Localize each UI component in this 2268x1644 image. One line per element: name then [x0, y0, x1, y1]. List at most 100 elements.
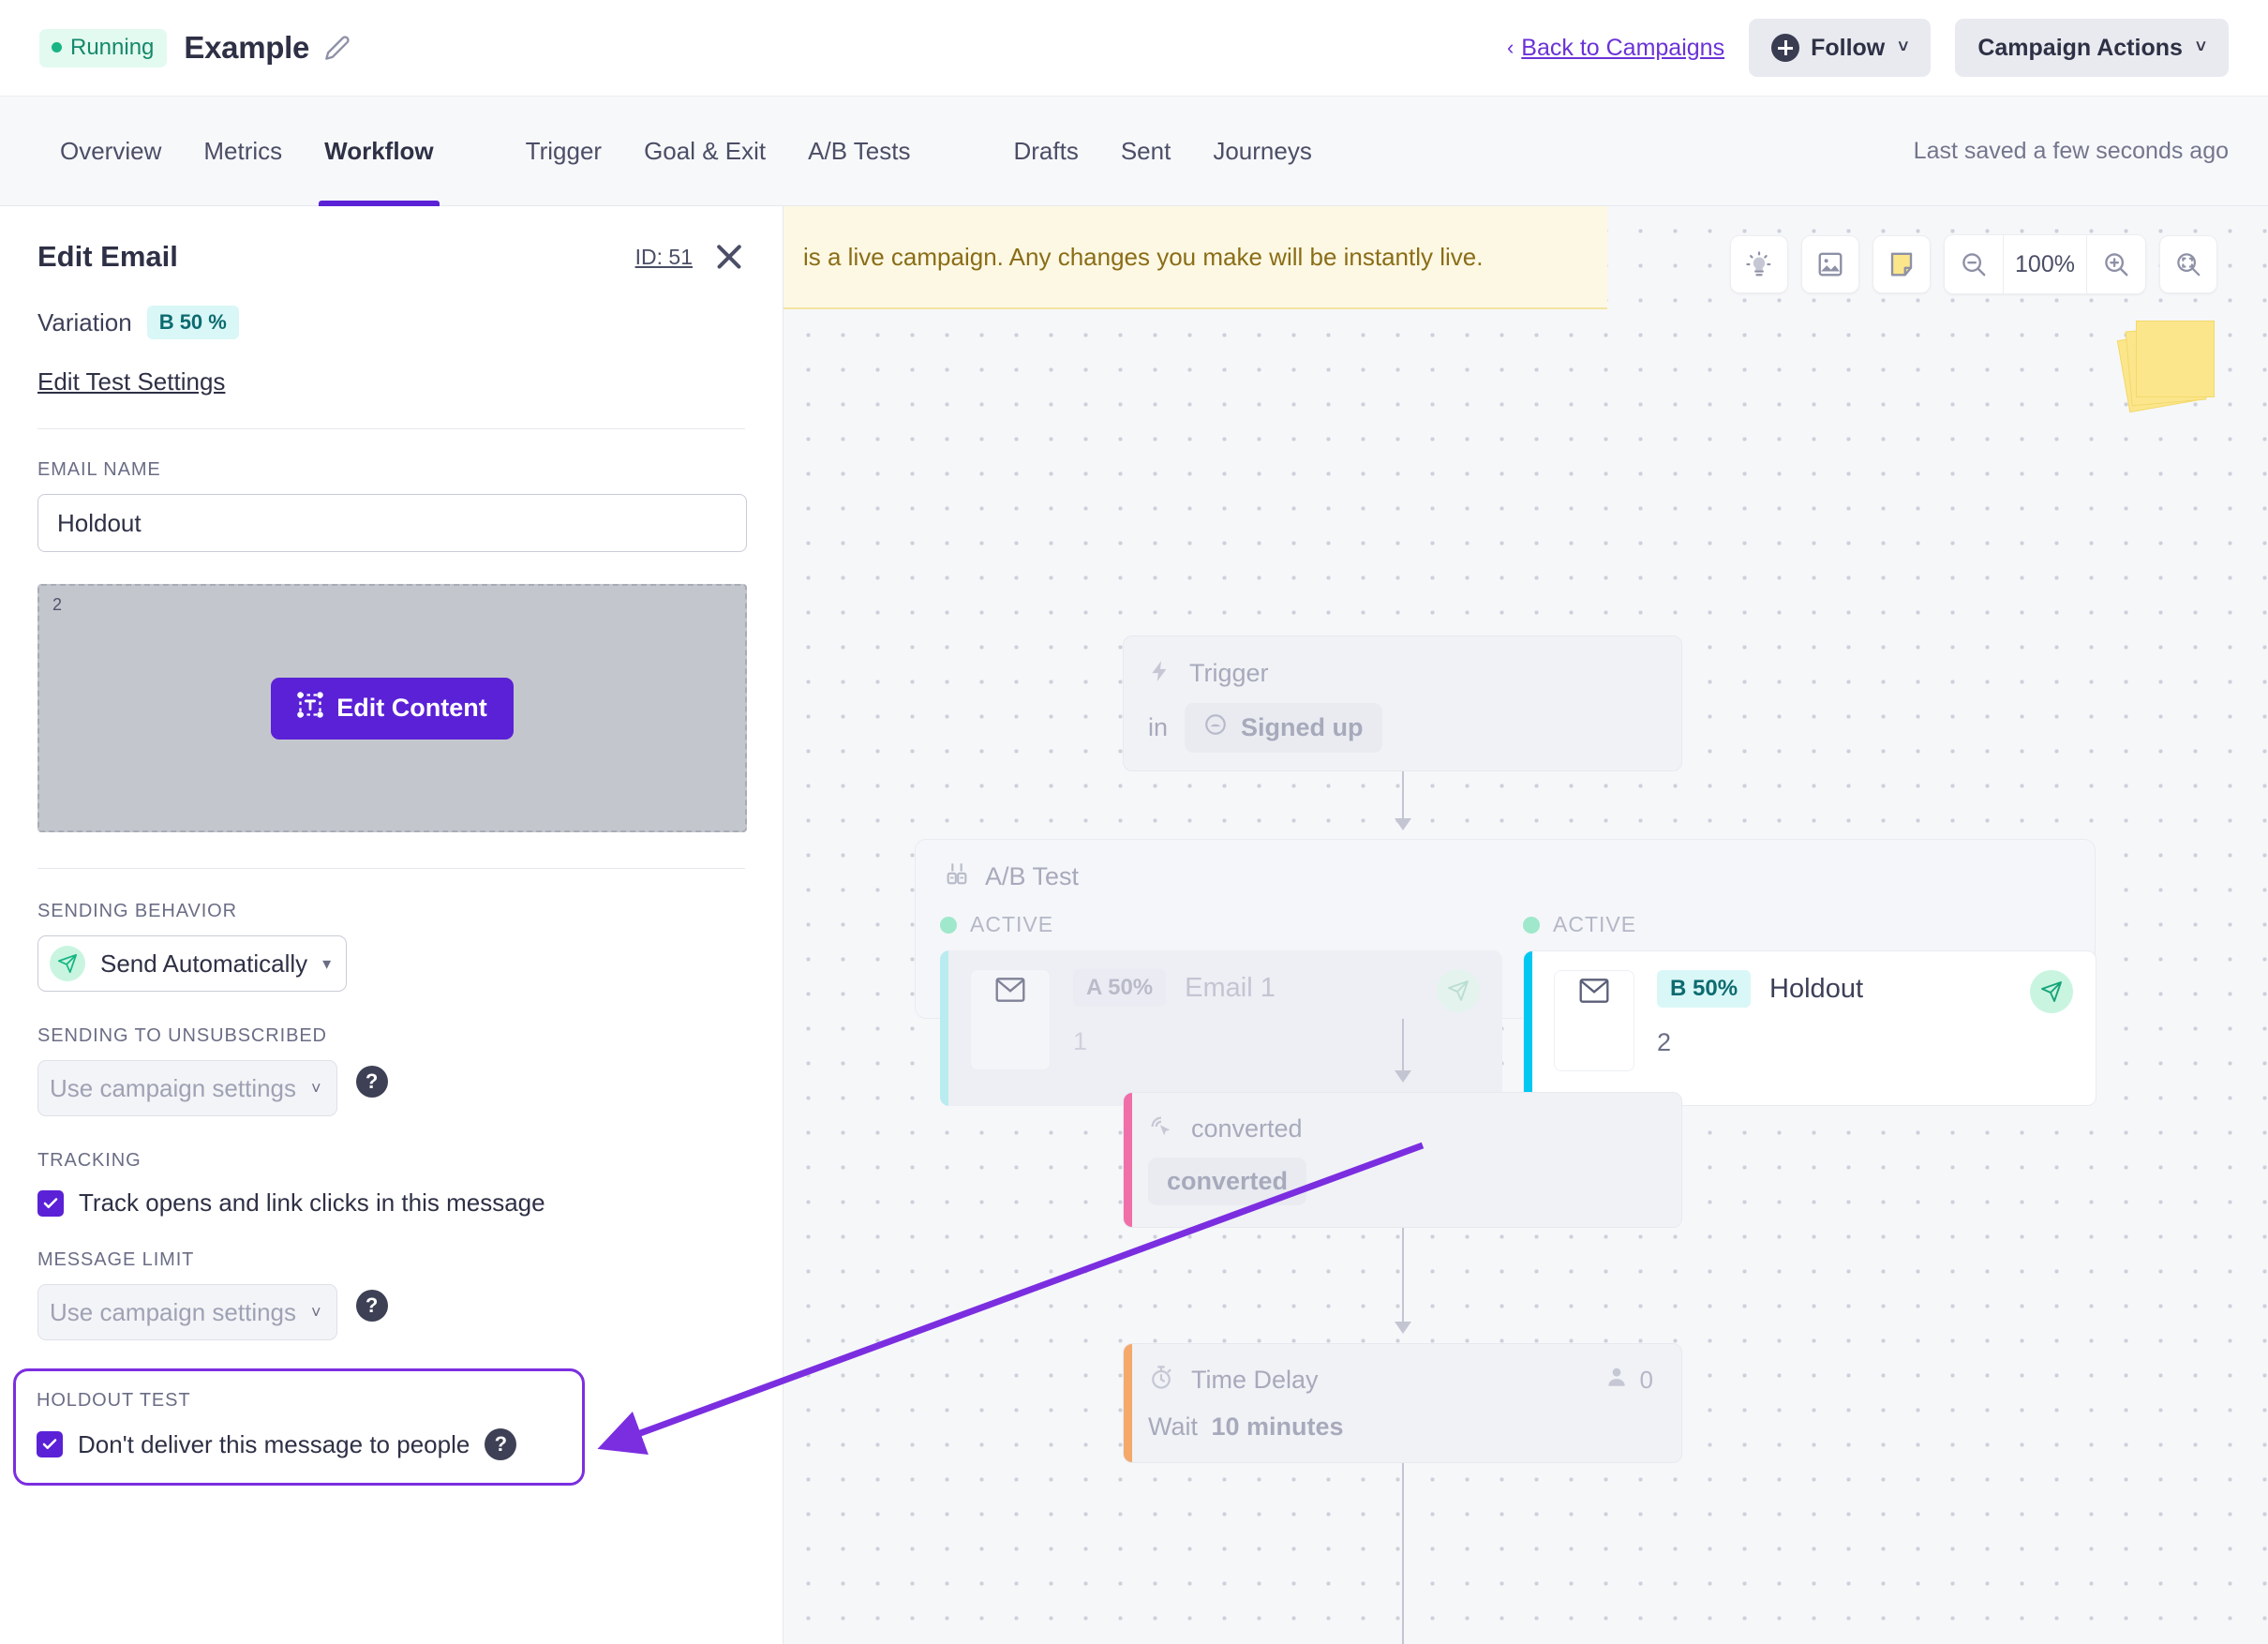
paper-plane-icon: [1437, 969, 1480, 1012]
ab-variant-b-number: 2: [1657, 1028, 1672, 1056]
sending-unsubscribed-value: Use campaign settings: [50, 1073, 297, 1102]
zoom-level-label[interactable]: 100%: [2003, 235, 2087, 293]
message-limit-label: MESSAGE LIMIT: [37, 1249, 195, 1270]
tab-journeys[interactable]: Journeys: [1213, 97, 1312, 206]
sending-unsubscribed-label: SENDING TO UNSUBSCRIBED: [37, 1025, 327, 1046]
ab-variant-a: ACTIVE A 50% Email 1 1: [940, 912, 1502, 1106]
status-dot-icon: [52, 42, 62, 52]
follow-button[interactable]: Follow ˅: [1749, 19, 1932, 77]
pencil-icon[interactable]: [324, 35, 351, 61]
connector-line: [1402, 1019, 1404, 1075]
tab-metrics[interactable]: Metrics: [203, 97, 282, 206]
image-icon[interactable]: [1801, 235, 1859, 293]
chevron-down-icon: ▾: [322, 953, 332, 973]
converted-accent-bar: [1124, 1093, 1132, 1227]
status-badge: Running: [39, 28, 168, 67]
node-ab-test[interactable]: A/B Test ACTIVE A 50% Email 1 1 ACTIVE B…: [915, 839, 2096, 1106]
help-icon[interactable]: ?: [355, 1290, 388, 1322]
zoom-out-icon[interactable]: [1945, 235, 2003, 293]
edit-content-label: Edit Content: [336, 694, 487, 722]
node-time-delay-title: Time Delay: [1191, 1366, 1319, 1394]
sending-unsubscribed-select[interactable]: Use campaign settings ˅: [37, 1060, 337, 1116]
tab-sent[interactable]: Sent: [1121, 97, 1171, 206]
segment-icon: [1203, 712, 1228, 743]
ab-variant-a-card[interactable]: A 50% Email 1 1: [940, 950, 1502, 1106]
email-name-input[interactable]: [37, 494, 747, 552]
node-converted-value[interactable]: converted: [1148, 1158, 1307, 1205]
holdout-test-highlight-box: HOLDOUT TEST Don't deliver this message …: [13, 1368, 585, 1486]
chevron-down-icon: ˅: [2195, 37, 2206, 57]
tab-bar: Overview Metrics Workflow Trigger Goal &…: [0, 97, 2268, 206]
preview-number: 2: [52, 595, 63, 614]
edit-test-settings-link[interactable]: Edit Test Settings: [37, 367, 225, 396]
ab-variant-a-number: 1: [1073, 1027, 1088, 1055]
holdout-checkbox[interactable]: [37, 1431, 63, 1457]
sticky-note-icon[interactable]: [1873, 235, 1931, 293]
message-limit-select[interactable]: Use campaign settings ˅: [37, 1284, 337, 1340]
holdout-checkbox-label: Don't deliver this message to people: [78, 1429, 470, 1458]
tracking-label: TRACKING: [37, 1150, 142, 1171]
fit-to-screen-icon[interactable]: [2159, 235, 2217, 293]
time-delay-count-label: 0: [1639, 1366, 1653, 1394]
variation-label: Variation: [37, 307, 132, 336]
tracking-checkbox-row[interactable]: Track opens and link clicks in this mess…: [37, 1188, 745, 1218]
tab-drafts[interactable]: Drafts: [1013, 97, 1078, 206]
back-link-label: Back to Campaigns: [1521, 34, 1725, 61]
workflow-canvas[interactable]: is a live campaign. Any changes you make…: [783, 206, 2268, 1644]
message-limit-section: MESSAGE LIMIT Use campaign settings ˅ ?: [0, 1218, 783, 1340]
holdout-test-label: HOLDOUT TEST: [37, 1390, 191, 1411]
conversion-icon: [1148, 1113, 1174, 1144]
ab-variant-b-chip: B 50%: [1657, 970, 1752, 1008]
node-trigger-title: Trigger: [1189, 659, 1269, 687]
person-icon: [1604, 1365, 1629, 1396]
header-actions: ‹ Back to Campaigns Follow ˅ Campaign Ac…: [1507, 19, 2268, 77]
node-time-delay[interactable]: Time Delay 0 Wait 10 minutes: [1123, 1343, 1682, 1463]
ab-variant-a-chip: A 50%: [1073, 969, 1167, 1007]
tab-ab-tests[interactable]: A/B Tests: [808, 97, 910, 206]
paper-plane-icon: [2030, 970, 2073, 1013]
ab-variant-a-status-label: ACTIVE: [970, 912, 1054, 936]
connector-arrow-icon: [1395, 818, 1411, 830]
tab-trigger[interactable]: Trigger: [526, 97, 602, 206]
sending-behavior-label: SENDING BEHAVIOR: [37, 901, 237, 921]
sending-unsubscribed-section: SENDING TO UNSUBSCRIBED Use campaign set…: [0, 992, 783, 1116]
node-trigger-prefix: in: [1148, 713, 1169, 741]
chevron-down-icon: ˅: [1898, 37, 1909, 57]
campaign-actions-button[interactable]: Campaign Actions ˅: [1955, 19, 2229, 77]
email-id-label[interactable]: ID: 51: [635, 245, 693, 270]
node-ab-test-title: A/B Test: [985, 862, 1080, 890]
follow-button-label: Follow: [1811, 34, 1886, 61]
node-trigger-value[interactable]: Signed up: [1185, 703, 1382, 753]
help-icon[interactable]: ?: [485, 1428, 517, 1460]
top-header: Running Example ‹ Back to Campaigns Foll…: [0, 0, 2268, 97]
holdout-test-section: HOLDOUT TEST Don't deliver this message …: [0, 1340, 783, 1486]
lightbulb-icon[interactable]: [1730, 235, 1788, 293]
tab-group-tertiary: Drafts Sent Journeys: [1013, 97, 1311, 206]
node-time-delay-prefix: Wait: [1148, 1412, 1198, 1441]
sticky-notes-stack[interactable]: [2116, 321, 2215, 413]
close-icon[interactable]: [713, 241, 745, 273]
sending-behavior-select[interactable]: Send Automatically ▾: [37, 935, 348, 992]
tab-overview[interactable]: Overview: [60, 97, 161, 206]
help-icon[interactable]: ?: [355, 1066, 388, 1098]
ab-variant-b-card[interactable]: B 50% Holdout 2: [1523, 950, 2096, 1106]
node-trigger[interactable]: Trigger in Signed up: [1123, 635, 1682, 771]
holdout-checkbox-row[interactable]: Don't deliver this message to people ?: [37, 1428, 561, 1460]
sticky-note-icon: [2136, 321, 2215, 397]
status-label: Running: [70, 34, 155, 60]
sending-behavior-section: SENDING BEHAVIOR Send Automatically ▾: [0, 869, 783, 992]
back-to-campaigns-link[interactable]: ‹ Back to Campaigns: [1507, 35, 1724, 62]
tab-goal-and-exit[interactable]: Goal & Exit: [644, 97, 766, 206]
node-converted[interactable]: converted converted: [1123, 1092, 1682, 1228]
tracking-checkbox[interactable]: [37, 1189, 64, 1217]
ab-variant-b-name: Holdout: [1769, 973, 1864, 1004]
variant-b-accent-bar: [1524, 951, 1532, 1105]
zoom-in-icon[interactable]: [2087, 235, 2145, 293]
lightning-icon: [1148, 657, 1172, 690]
chevron-down-icon: ˅: [311, 1302, 321, 1322]
tab-workflow[interactable]: Workflow: [319, 97, 440, 206]
edit-content-button[interactable]: Edit Content: [271, 677, 514, 740]
email-preview-box[interactable]: 2 Edit Content: [37, 584, 747, 832]
time-delay-people-count: 0: [1604, 1365, 1653, 1396]
chevron-down-icon: ˅: [311, 1078, 321, 1098]
